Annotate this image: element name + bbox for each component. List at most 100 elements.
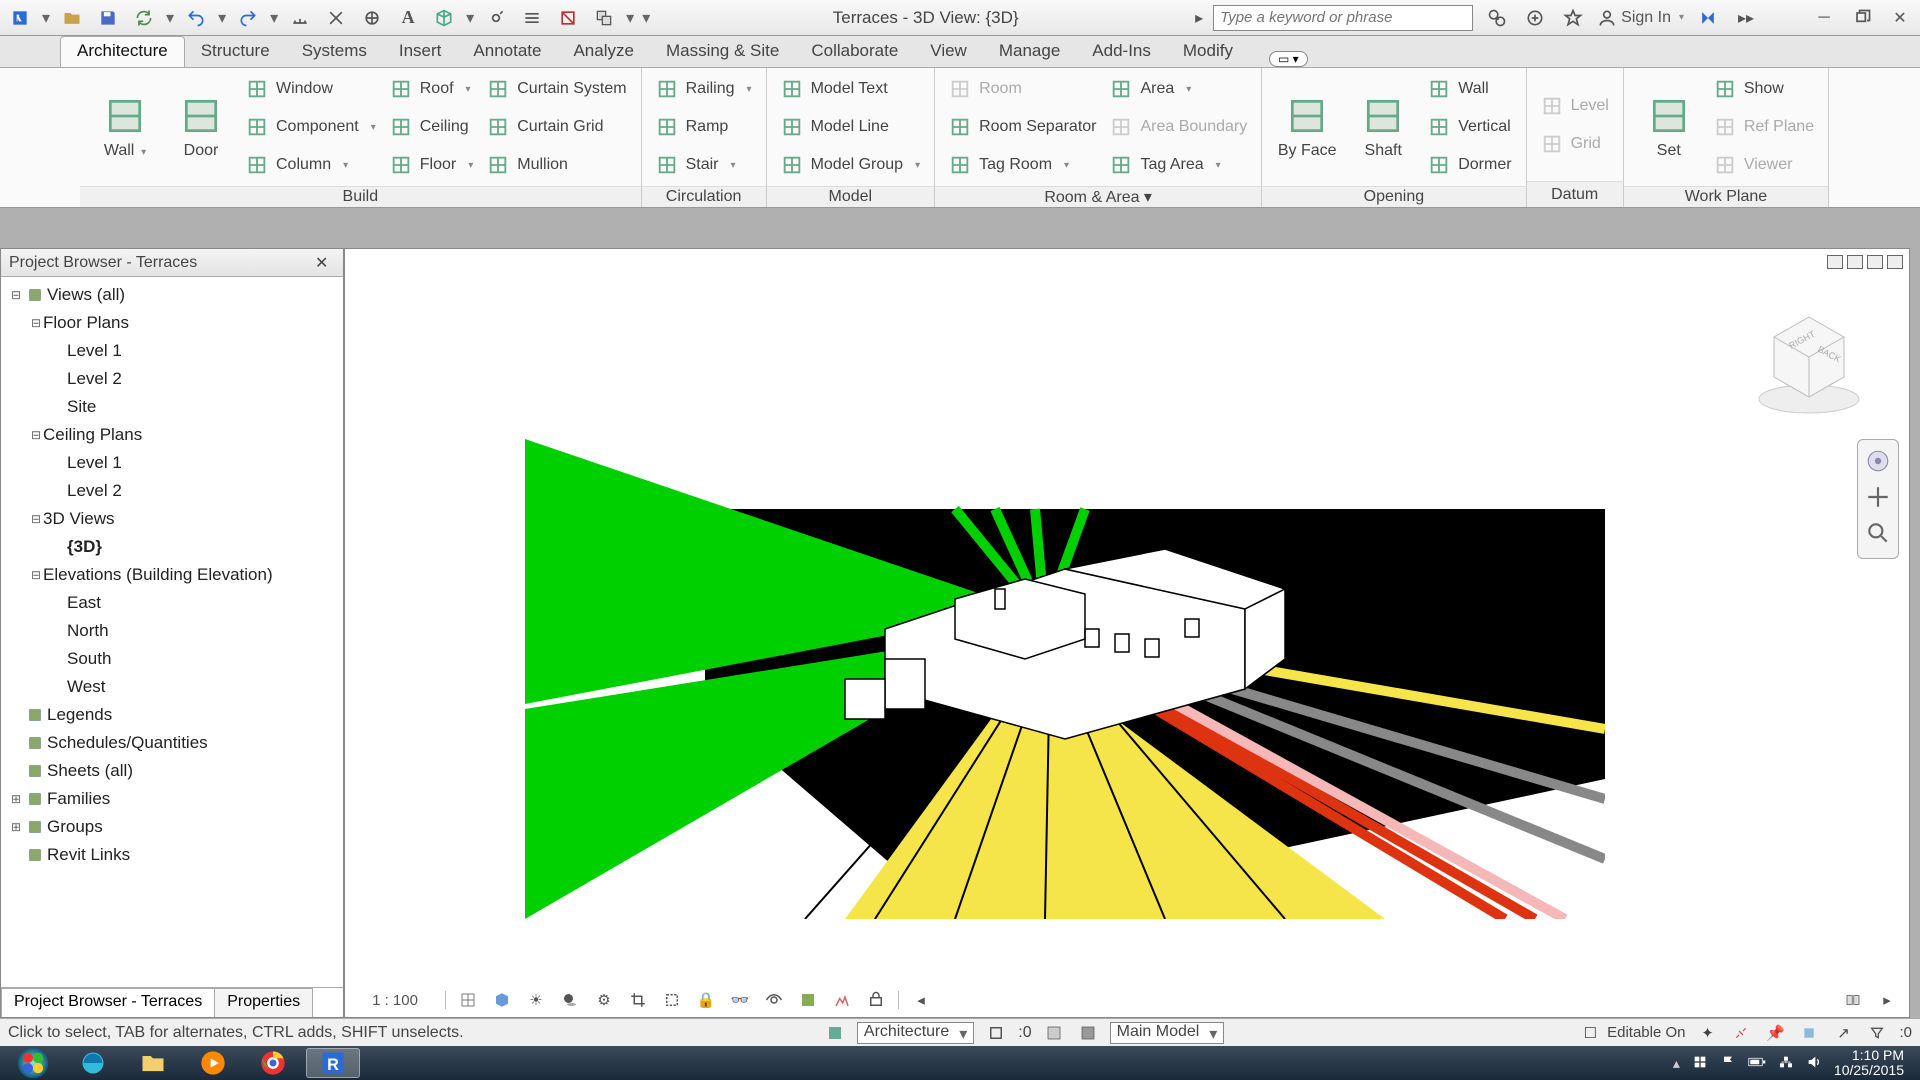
tree-level-2[interactable]: Level 2 [1, 365, 343, 393]
taskbar-media[interactable] [186, 1048, 240, 1078]
worksets-icon[interactable] [823, 1021, 847, 1045]
expand-icon[interactable]: ⊟ [29, 512, 43, 526]
view-extra-icon[interactable] [1887, 255, 1903, 269]
tree-level-1[interactable]: Level 1 [1, 449, 343, 477]
sb-icon-1[interactable]: ✦ [1695, 1021, 1719, 1045]
tree--3d-[interactable]: {3D} [1, 533, 343, 561]
qat-close-hidden-icon[interactable] [554, 4, 582, 32]
qat-dd6[interactable]: ▾ [626, 8, 634, 28]
discipline-combo[interactable]: Architecture [857, 1022, 974, 1044]
scroll-right-icon[interactable]: ▸ [1875, 988, 1899, 1012]
curtain-grid-button[interactable]: Curtain Grid [483, 112, 630, 142]
qat-dd5[interactable]: ▾ [466, 8, 474, 28]
tab-systems[interactable]: Systems [286, 37, 383, 67]
taskbar-ie[interactable] [66, 1048, 120, 1078]
ribbon-toggle-icon[interactable]: ▭ ▾ [1269, 51, 1308, 67]
taskbar-revit[interactable]: R [306, 1048, 360, 1078]
shadows-icon[interactable] [558, 988, 582, 1012]
qat-thin-lines-icon[interactable] [518, 4, 546, 32]
tree-elevations-building-elevation-[interactable]: ⊟Elevations (Building Elevation) [1, 561, 343, 589]
qat-dd2[interactable]: ▾ [166, 8, 174, 28]
area-button[interactable]: Area▾ [1106, 74, 1251, 104]
editable-checkbox[interactable]: ☐ [1584, 1024, 1597, 1042]
tab-structure[interactable]: Structure [185, 37, 286, 67]
qat-dd[interactable]: ▾ [42, 8, 50, 28]
tab-manage[interactable]: Manage [983, 37, 1076, 67]
mainmodel-combo[interactable]: Main Model [1110, 1022, 1225, 1044]
tray-up-icon[interactable]: ▴ [1673, 1055, 1680, 1072]
panel-title-roomarea[interactable]: Room & Area ▾ [935, 186, 1261, 207]
sb-select-links-icon[interactable] [1729, 1021, 1753, 1045]
zoom-icon[interactable] [1865, 520, 1891, 546]
railing-button[interactable]: Railing▾ [652, 74, 756, 104]
visual-style-icon[interactable] [490, 988, 514, 1012]
tree-families[interactable]: ⊞Families [1, 785, 343, 813]
wall-button[interactable]: Wall ▾ [90, 94, 160, 160]
sb-drag-icon[interactable]: ↗ [1831, 1021, 1855, 1045]
qat-3d-icon[interactable] [430, 4, 458, 32]
tray-volume-icon[interactable] [1806, 1054, 1822, 1073]
tab-analyze[interactable]: Analyze [557, 37, 649, 67]
exchange-icon[interactable] [1694, 4, 1722, 32]
close-icon[interactable]: ✕ [1886, 4, 1914, 32]
vertical-button[interactable]: Vertical [1424, 112, 1515, 142]
qat-text-icon[interactable]: A [394, 4, 422, 32]
qat-align-icon[interactable] [322, 4, 350, 32]
expand-icon[interactable]: ⊞ [9, 820, 23, 834]
title-arrow-icon[interactable]: ▸ [1195, 8, 1203, 28]
comm-icon[interactable] [1521, 4, 1549, 32]
view-maximize-icon[interactable] [1847, 255, 1863, 269]
tree-groups[interactable]: ⊞Groups [1, 813, 343, 841]
view-minimize-icon[interactable] [1827, 255, 1843, 269]
project-browser-close-icon[interactable]: ✕ [315, 253, 335, 273]
stair-button[interactable]: Stair▾ [652, 150, 756, 180]
by-face-button[interactable]: By Face [1272, 94, 1342, 160]
pan-icon[interactable] [1865, 484, 1891, 510]
sb-select-face-icon[interactable] [1797, 1021, 1821, 1045]
ceiling-button[interactable]: Ceiling [386, 112, 477, 142]
crop-view-icon[interactable] [626, 988, 650, 1012]
tree-south[interactable]: South [1, 645, 343, 673]
tray-battery-icon[interactable] [1748, 1055, 1766, 1072]
qat-measure-icon[interactable] [286, 4, 314, 32]
split-icon[interactable] [1841, 988, 1865, 1012]
roof-button[interactable]: Roof▾ [386, 74, 477, 104]
tab-massing-site[interactable]: Massing & Site [650, 37, 795, 67]
qat-dd4[interactable]: ▾ [270, 8, 278, 28]
view-close-icon[interactable] [1867, 255, 1883, 269]
tab-insert[interactable]: Insert [383, 37, 458, 67]
tree-revit-links[interactable]: Revit Links [1, 841, 343, 869]
sb-filter-icon[interactable] [1865, 1021, 1889, 1045]
expand-icon[interactable]: ⊟ [29, 316, 43, 330]
help-icon[interactable]: ▸▸ [1732, 4, 1760, 32]
tree-site[interactable]: Site [1, 393, 343, 421]
door-button[interactable]: Door [166, 94, 236, 160]
set-button[interactable]: Set [1634, 94, 1704, 160]
open-icon[interactable] [58, 4, 86, 32]
crop-region-icon[interactable] [660, 988, 684, 1012]
render-dialog-icon[interactable]: ⚙ [592, 988, 616, 1012]
expand-icon[interactable]: ⊟ [29, 428, 43, 442]
tree-floor-plans[interactable]: ⊟Floor Plans [1, 309, 343, 337]
start-button[interactable] [6, 1048, 60, 1078]
signin-button[interactable]: Sign In▾ [1597, 8, 1684, 28]
floor-button[interactable]: Floor▾ [386, 150, 477, 180]
tree-legends[interactable]: Legends [1, 701, 343, 729]
sun-path-icon[interactable]: ☀ [524, 988, 548, 1012]
active-only-icon[interactable] [1042, 1021, 1066, 1045]
exclude-icon[interactable] [1076, 1021, 1100, 1045]
tree-3d-views[interactable]: ⊟3D Views [1, 505, 343, 533]
reveal-hidden-icon[interactable] [762, 988, 786, 1012]
tree-east[interactable]: East [1, 589, 343, 617]
project-browser-tree[interactable]: ⊟Views (all)⊟Floor PlansLevel 1Level 2Si… [1, 277, 343, 987]
tree-ceiling-plans[interactable]: ⊟Ceiling Plans [1, 421, 343, 449]
shaft-button[interactable]: Shaft [1348, 94, 1418, 160]
tree-level-2[interactable]: Level 2 [1, 477, 343, 505]
temp-hide-icon[interactable]: 👓 [728, 988, 752, 1012]
lock-3d-icon[interactable]: 🔒 [694, 988, 718, 1012]
scroll-left-icon[interactable]: ◂ [909, 988, 933, 1012]
tray-action-center-icon[interactable] [1692, 1054, 1708, 1073]
navigation-bar[interactable] [1857, 439, 1899, 559]
constraints-icon[interactable] [864, 988, 888, 1012]
restore-icon[interactable] [1848, 4, 1876, 32]
